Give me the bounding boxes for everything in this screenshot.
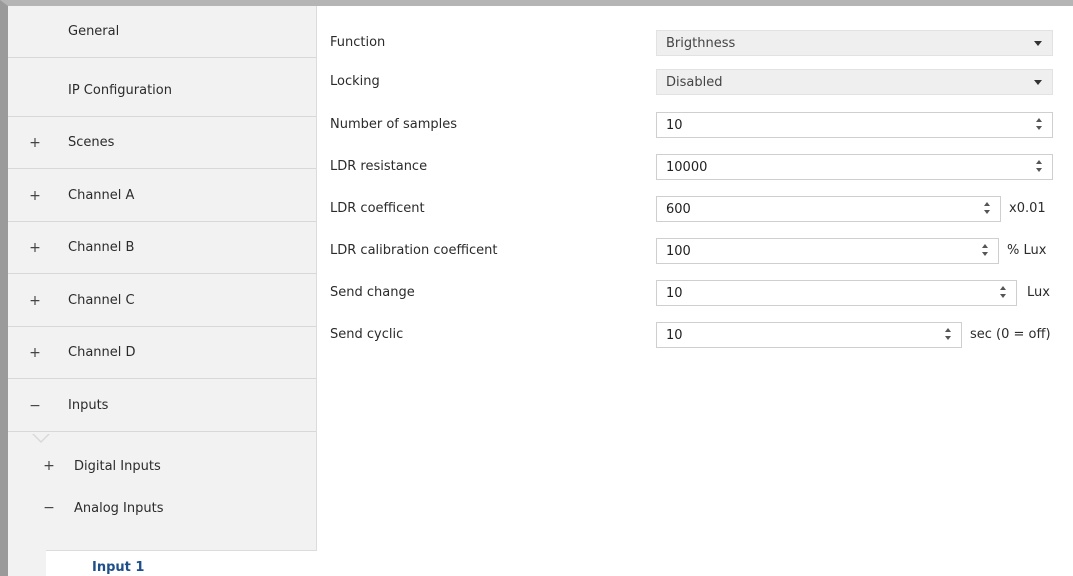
sidebar-item-label: Channel A bbox=[68, 188, 135, 203]
param-row-ldr-resistance: LDR resistance 10000 bbox=[318, 154, 1073, 188]
plus-icon[interactable]: + bbox=[28, 240, 42, 256]
spinner-icon[interactable] bbox=[1036, 159, 1044, 175]
stepper-value: 100 bbox=[666, 244, 691, 259]
param-row-ldr-coefficient: LDR coefficent 600 x0.01 bbox=[318, 196, 1073, 230]
sidebar-item-label: Scenes bbox=[68, 135, 115, 150]
ldr-coefficient-stepper[interactable]: 600 bbox=[656, 196, 1001, 222]
param-label: Locking bbox=[330, 74, 380, 89]
sidebar-item-label: Channel C bbox=[68, 293, 135, 308]
send-cyclic-stepper[interactable]: 10 bbox=[656, 322, 962, 348]
locking-select[interactable]: Disabled bbox=[656, 69, 1053, 95]
sidebar-item-channel-c[interactable]: + Channel C bbox=[8, 275, 316, 327]
sidebar-item-label: Input 1 bbox=[92, 560, 145, 575]
param-label: Function bbox=[330, 35, 386, 50]
sidebar-item-label: Channel B bbox=[68, 240, 135, 255]
param-label: Number of samples bbox=[330, 117, 458, 132]
minus-icon[interactable]: − bbox=[42, 500, 56, 516]
unit-label: Lux bbox=[1027, 285, 1050, 300]
chevron-down-icon bbox=[1034, 41, 1042, 46]
ldr-resistance-stepper[interactable]: 10000 bbox=[656, 154, 1053, 180]
ldr-calibration-stepper[interactable]: 100 bbox=[656, 238, 999, 264]
stepper-value: 10 bbox=[666, 286, 683, 301]
unit-label: sec (0 = off) bbox=[970, 327, 1051, 342]
sidebar-item-channel-b[interactable]: + Channel B bbox=[8, 222, 316, 274]
param-row-send-change: Send change 10 Lux bbox=[318, 280, 1073, 314]
stepper-value: 600 bbox=[666, 202, 691, 217]
sidebar-item-label: IP Configuration bbox=[68, 83, 172, 98]
stepper-value: 10 bbox=[666, 328, 683, 343]
function-select[interactable]: Brigthness bbox=[656, 30, 1053, 56]
sidebar: General IP Configuration + Scenes + Chan… bbox=[8, 6, 317, 576]
sidebar-item-ip-configuration[interactable]: IP Configuration bbox=[8, 65, 316, 117]
samples-stepper[interactable]: 10 bbox=[656, 112, 1053, 138]
spinner-icon[interactable] bbox=[945, 327, 953, 343]
spinner-icon[interactable] bbox=[1036, 117, 1044, 133]
spinner-icon[interactable] bbox=[982, 243, 990, 259]
send-change-stepper[interactable]: 10 bbox=[656, 280, 1017, 306]
sidebar-item-analog-inputs[interactable]: − Analog Inputs bbox=[8, 488, 316, 528]
sidebar-item-channel-d[interactable]: + Channel D bbox=[8, 327, 316, 379]
spinner-icon[interactable] bbox=[984, 201, 992, 217]
plus-icon[interactable]: + bbox=[28, 135, 42, 151]
unit-label: % Lux bbox=[1007, 243, 1047, 258]
plus-icon[interactable]: + bbox=[28, 293, 42, 309]
sidebar-item-label: Analog Inputs bbox=[74, 500, 164, 516]
sidebar-item-channel-a[interactable]: + Channel A bbox=[8, 170, 316, 222]
sidebar-item-input-1[interactable]: Input 1 bbox=[46, 550, 317, 576]
param-row-ldr-calibration: LDR calibration coefficent 100 % Lux bbox=[318, 238, 1073, 272]
parameter-panel: Function Brigthness Locking Disabled Num… bbox=[318, 6, 1073, 576]
sidebar-item-label: Inputs bbox=[68, 398, 109, 413]
sidebar-item-label: Digital Inputs bbox=[74, 458, 161, 474]
sidebar-item-label: General bbox=[68, 24, 120, 39]
select-value: Disabled bbox=[666, 75, 723, 90]
sidebar-item-general[interactable]: General bbox=[8, 6, 316, 58]
param-label: LDR calibration coefficent bbox=[330, 243, 498, 258]
sidebar-item-scenes[interactable]: + Scenes bbox=[8, 117, 316, 169]
plus-icon[interactable]: + bbox=[28, 345, 42, 361]
sidebar-item-inputs[interactable]: − Inputs bbox=[8, 380, 316, 432]
param-row-send-cyclic: Send cyclic 10 sec (0 = off) bbox=[318, 322, 1073, 356]
param-label: Send change bbox=[330, 285, 415, 300]
stepper-value: 10 bbox=[666, 118, 683, 133]
plus-icon[interactable]: + bbox=[42, 458, 56, 474]
select-value: Brigthness bbox=[666, 36, 736, 51]
sidebar-item-digital-inputs[interactable]: + Digital Inputs bbox=[8, 446, 316, 486]
param-label: LDR resistance bbox=[330, 159, 428, 174]
plus-icon[interactable]: + bbox=[28, 188, 42, 204]
param-label: LDR coefficent bbox=[330, 201, 425, 216]
minus-icon[interactable]: − bbox=[28, 398, 42, 414]
param-row-locking: Locking Disabled bbox=[318, 69, 1073, 103]
sidebar-item-label: Channel D bbox=[68, 345, 136, 360]
expanded-indicator bbox=[32, 433, 50, 443]
param-row-function: Function Brigthness bbox=[318, 30, 1073, 64]
param-row-samples: Number of samples 10 bbox=[318, 112, 1073, 146]
unit-label: x0.01 bbox=[1009, 201, 1046, 216]
spinner-icon[interactable] bbox=[1000, 285, 1008, 301]
stepper-value: 10000 bbox=[666, 160, 708, 175]
chevron-down-icon bbox=[1034, 80, 1042, 85]
param-label: Send cyclic bbox=[330, 327, 404, 342]
